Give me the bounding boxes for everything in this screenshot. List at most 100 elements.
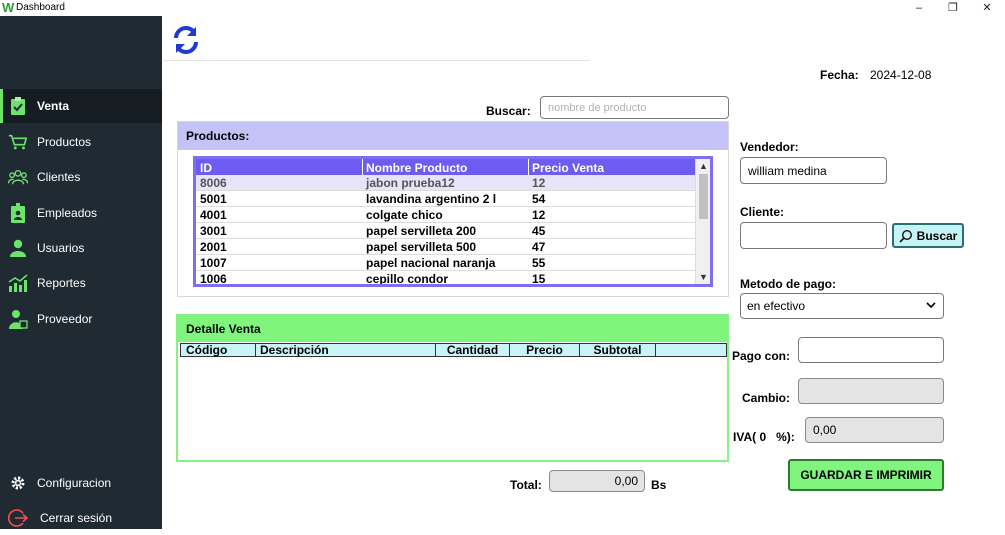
window-titlebar: W Dashboard – ❐ ✕ [0,0,1005,16]
cambio-label: Cambio: [742,391,790,405]
minimize-button[interactable]: – [903,0,935,16]
user-icon [8,238,28,258]
sidebar-item-label: Venta [37,99,70,113]
column-header-precio[interactable]: Precio [510,344,580,356]
pago-con-label: Pago con: [732,349,791,363]
products-panel-header: Productos: [178,122,728,150]
search-label: Buscar: [486,104,531,118]
sidebar-item-label: Usuarios [37,241,85,255]
badge-icon [8,203,28,223]
cambio-field [798,378,944,404]
cell-price: 45 [532,224,546,238]
buscar-cliente-button[interactable]: Buscar [892,223,964,248]
cart-icon [8,132,28,152]
gear-icon [8,473,28,493]
column-header-precio[interactable]: Precio Venta [532,161,604,175]
sidebar-item-label: Clientes [37,170,81,184]
fecha-value: 2024-12-08 [870,68,932,82]
sidebar-item-venta[interactable]: Venta [0,89,162,123]
chart-icon [8,273,28,293]
sidebar-item-label: Proveedor [37,312,93,326]
total-label: Total: [510,478,542,492]
column-header-subtotal[interactable]: Subtotal [580,344,656,356]
refresh-icon [170,26,202,59]
table-row[interactable]: 8006 jabon prueba12 12 [196,175,696,191]
sidebar-item-proveedor[interactable]: Proveedor [0,302,162,336]
search-input[interactable]: nombre de producto [540,96,729,119]
vendedor-field[interactable]: william medina [740,157,887,184]
cell-name: jabon prueba12 [366,176,455,190]
column-header-codigo[interactable]: Código [181,344,256,356]
total-field: 0,00 [549,470,645,492]
products-table[interactable]: ID Nombre Producto Precio Venta 8006 jab… [193,156,713,287]
sidebar-item-usuarios[interactable]: Usuarios [0,231,162,265]
cell-price: 55 [532,256,546,270]
restore-button[interactable]: ❐ [937,0,969,16]
clipboard-icon [8,96,28,116]
cell-name: colgate chico [366,208,443,222]
sidebar-item-logout[interactable]: Cerrar sesión [0,501,162,535]
detail-panel: Detalle Venta Código Descripción Cantida… [176,314,729,462]
cell-name: papel servilleta 500 [366,240,477,254]
cell-price: 15 [532,272,546,286]
products-table-header: ID Nombre Producto Precio Venta [196,159,696,175]
sidebar-item-productos[interactable]: Productos [0,125,162,159]
window-title: Dashboard [16,2,65,13]
sidebar-item-label: Configuracion [37,476,112,490]
sidebar-item-label: Productos [37,135,92,149]
sidebar-item-reportes[interactable]: Reportes [0,266,162,300]
sidebar-item-label: Reportes [37,276,86,290]
cell-id: 1007 [200,256,227,270]
column-header-cantidad[interactable]: Cantidad [436,344,510,356]
pago-con-field[interactable] [798,337,944,363]
cliente-field[interactable] [740,222,887,249]
cell-id: 4001 [200,208,227,222]
iva-label: IVA( 0 %): [733,430,795,444]
metodo-pago-label: Metodo de pago: [740,277,836,291]
close-button[interactable]: ✕ [971,0,1003,16]
cell-name: papel servilleta 200 [366,224,477,238]
chevron-down-icon [926,301,936,312]
scroll-thumb[interactable] [699,174,708,219]
sidebar: Venta Productos Clientes Empleados Usuar… [0,16,162,529]
metodo-pago-value: en efectivo [747,299,806,313]
table-row[interactable]: 1006 cepillo condor 15 [196,271,696,286]
cell-id: 2001 [200,240,227,254]
detail-title: Detalle Venta [186,322,261,336]
column-header-nombre[interactable]: Nombre Producto [366,161,467,175]
cell-name: lavandina argentino 2 l [366,192,497,206]
app-logo: W [2,0,15,15]
column-header-id[interactable]: ID [200,161,212,175]
table-row[interactable]: 3001 papel servilleta 200 45 [196,223,696,239]
cell-id: 1006 [200,272,227,286]
cell-name: cepillo condor [366,272,449,286]
products-scrollbar[interactable]: ▲ ▼ [695,159,710,284]
cell-id: 3001 [200,224,227,238]
logout-icon [8,508,28,528]
scroll-up-icon[interactable]: ▲ [696,159,710,173]
scroll-down-icon[interactable]: ▼ [696,270,710,284]
buscar-button-label: Buscar [916,228,958,243]
sidebar-item-clientes[interactable]: Clientes [0,160,162,194]
refresh-button[interactable] [170,24,202,56]
table-row[interactable]: 5001 lavandina argentino 2 l 54 [196,191,696,207]
sidebar-item-configuracion[interactable]: Configuracion [0,466,162,500]
products-title: Productos: [186,129,250,143]
table-row[interactable]: 2001 papel servilleta 500 47 [196,239,696,255]
vendedor-label: Vendedor: [740,140,799,154]
cliente-label: Cliente: [740,205,785,219]
cell-price: 12 [532,208,546,222]
column-header-descripcion[interactable]: Descripción [256,344,436,356]
fecha-label: Fecha: [820,68,859,82]
detail-panel-header: Detalle Venta [178,316,727,342]
cell-price: 12 [532,176,546,190]
guardar-imprimir-button[interactable]: GUARDAR E IMPRIMIR [788,459,944,491]
header-divider [163,60,590,61]
table-row[interactable]: 4001 colgate chico 12 [196,207,696,223]
sidebar-item-label: Cerrar sesión [40,511,113,525]
cell-price: 47 [532,240,546,254]
cell-price: 54 [532,192,546,206]
table-row[interactable]: 1007 papel nacional naranja 55 [196,255,696,271]
sidebar-item-empleados[interactable]: Empleados [0,196,162,230]
metodo-pago-select[interactable]: en efectivo [740,293,944,319]
